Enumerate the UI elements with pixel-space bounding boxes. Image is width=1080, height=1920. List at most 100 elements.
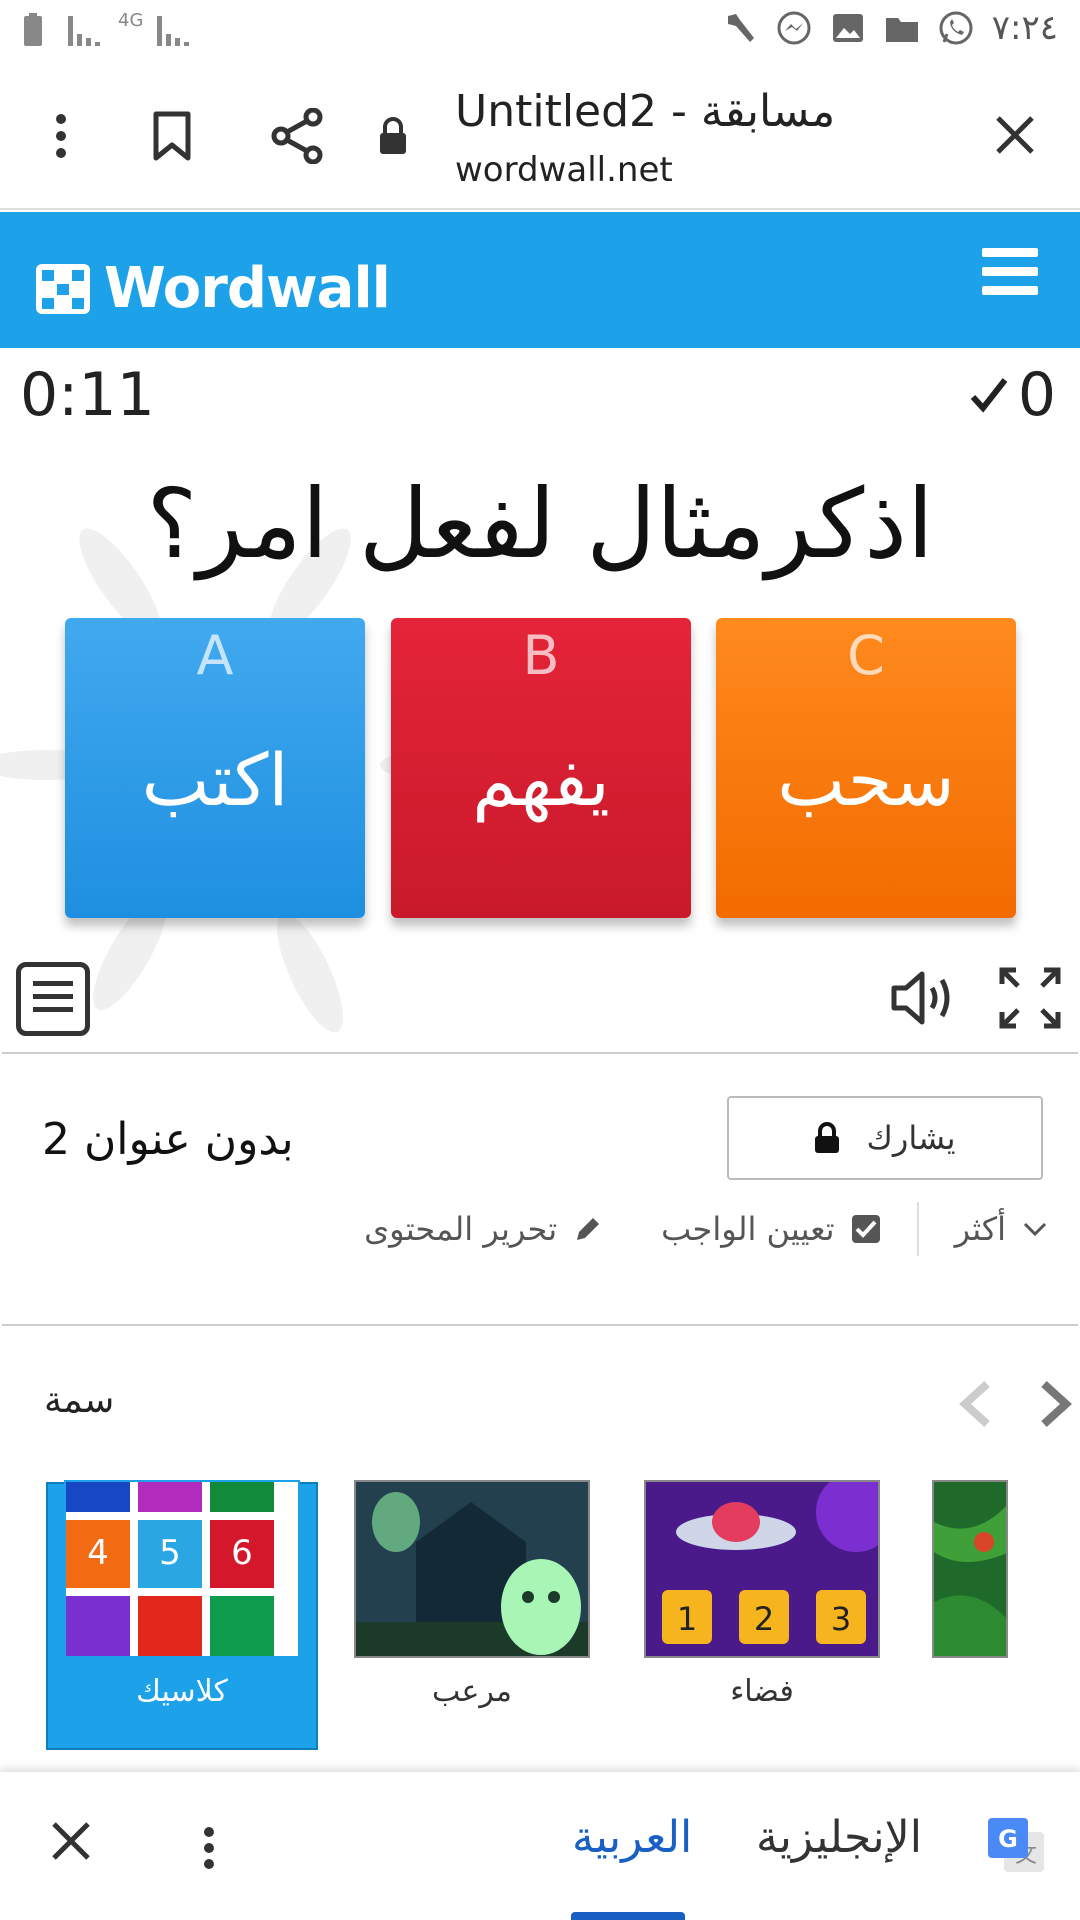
chevron-down-icon: [1023, 1222, 1047, 1237]
checkbox-icon: [851, 1215, 880, 1243]
answer-a-button[interactable]: A اكتب: [65, 618, 365, 918]
theme-name: كلاسيك: [136, 1674, 228, 1709]
question-text: اذكرمثال لفعل امر؟: [146, 468, 934, 580]
screen: 4G ٧:٢٤ Untitled2 - مسابقة wordwall.net: [0, 0, 1080, 1920]
close-icon: [52, 1822, 90, 1860]
overflow-menu-button[interactable]: [40, 108, 82, 164]
site-lock[interactable]: [378, 114, 408, 158]
answer-letter: A: [196, 624, 234, 687]
svg-text:6: 6: [231, 1533, 253, 1573]
target-language-tab[interactable]: العربية: [572, 1812, 692, 1863]
google-translate-logo: 文 G: [988, 1818, 1046, 1880]
share-button[interactable]: يشارك: [727, 1096, 1043, 1180]
more-vert-icon: [56, 114, 66, 158]
speaker-icon: [891, 971, 950, 1025]
menu-line: [982, 248, 1038, 257]
game-area: 0:11 0 اذكرمثال لفعل امر؟ A اكتب B يفهم …: [0, 348, 1080, 1050]
share-label: يشارك: [866, 1119, 956, 1157]
sound-button[interactable]: [890, 966, 960, 1036]
menu-line: [33, 994, 73, 999]
chevron-left-icon[interactable]: [955, 1380, 995, 1428]
svg-text:4: 4: [87, 1533, 109, 1573]
page-url[interactable]: wordwall.net: [455, 150, 673, 190]
google-translate-icon: 文 G: [988, 1818, 1044, 1872]
background-ray: [264, 905, 356, 1041]
menu-line: [33, 981, 73, 986]
divider: [916, 1202, 919, 1256]
theme-item-space[interactable]: 1 2 3 فضاء: [644, 1480, 880, 1709]
theme-label: سمة: [44, 1380, 115, 1421]
answer-text: سحب: [777, 738, 955, 822]
close-translate-button[interactable]: [50, 1820, 92, 1866]
folder-icon: [885, 18, 918, 42]
bookmark-button[interactable]: [148, 108, 196, 164]
logo-grid-icon: [36, 263, 90, 314]
jungle-image: [934, 1482, 1006, 1656]
game-timer: 0:11: [20, 360, 155, 430]
classic-grid-image: 4 5 6: [66, 1482, 298, 1656]
wrench-icon: [727, 14, 754, 42]
answer-text: يفهم: [472, 738, 610, 822]
battery-icon: [24, 13, 42, 46]
theme-item-partial[interactable]: [932, 1480, 1008, 1658]
lock-icon: [815, 1122, 840, 1153]
score-value: 0: [1017, 360, 1056, 430]
theme-thumbnail: [354, 1480, 590, 1658]
hamburger-menu-button[interactable]: [982, 248, 1038, 304]
svg-text:1: 1: [677, 1600, 697, 1638]
page-title: Untitled2 - مسابقة: [455, 86, 836, 137]
menu-line: [982, 286, 1038, 295]
site-header: Wordwall: [0, 212, 1080, 348]
answer-text: اكتب: [141, 738, 289, 822]
assign-homework-button[interactable]: تعيين الواجب: [661, 1210, 880, 1248]
translate-bar: العربية الإنجليزية 文 G: [0, 1772, 1080, 1920]
more-button[interactable]: أكثر: [955, 1210, 1048, 1248]
space-image: 1 2 3: [646, 1482, 878, 1656]
more-vert-icon: [204, 1827, 214, 1869]
more-label: أكثر: [954, 1210, 1006, 1248]
answer-c-button[interactable]: C سحب: [716, 618, 1016, 918]
answer-letter: C: [847, 624, 885, 687]
theme-item-classic[interactable]: 4 5 6 كلاسيك: [64, 1480, 300, 1709]
theme-name: مرعب: [432, 1674, 512, 1709]
clock: ٧:٢٤: [991, 8, 1058, 48]
theme-name: فضاء: [730, 1674, 794, 1709]
haunted-house-image: [356, 1482, 588, 1656]
signal-icon: [68, 16, 100, 46]
fullscreen-button[interactable]: [998, 966, 1064, 1032]
theme-item-spooky[interactable]: مرعب: [354, 1480, 590, 1709]
svg-text:3: 3: [831, 1600, 851, 1638]
edit-content-button[interactable]: تحرير المحتوى: [364, 1210, 603, 1248]
pencil-icon: [577, 1218, 600, 1240]
check-icon: [970, 378, 1008, 413]
wordwall-logo[interactable]: Wordwall: [36, 256, 391, 321]
share-page-button[interactable]: [270, 106, 324, 166]
edit-label: تحرير المحتوى: [364, 1210, 558, 1248]
bookmark-icon: [153, 111, 191, 161]
source-language-tab[interactable]: الإنجليزية: [756, 1812, 922, 1863]
game-menu-button[interactable]: [16, 962, 90, 1036]
fullscreen-icon: [999, 967, 1061, 1029]
messenger-icon: [777, 11, 811, 45]
svg-text:5: 5: [159, 1533, 181, 1573]
close-tab-button[interactable]: [992, 112, 1038, 158]
signal-icon-2: [157, 16, 190, 46]
answer-b-button[interactable]: B يفهم: [391, 618, 691, 918]
share-icon: [271, 108, 323, 164]
status-bar: 4G ٧:٢٤: [0, 0, 1080, 62]
active-tab-indicator: [571, 1912, 685, 1920]
network-type-label: 4G: [118, 9, 144, 31]
svg-text:G: G: [998, 1825, 1018, 1853]
chevron-right-icon[interactable]: [1036, 1380, 1076, 1428]
theme-thumbnail: 4 5 6: [64, 1480, 300, 1658]
translate-options-button[interactable]: [202, 1826, 216, 1874]
whatsapp-icon: [939, 11, 973, 45]
menu-line: [982, 267, 1038, 276]
image-icon: [832, 14, 863, 42]
browser-toolbar: Untitled2 - مسابقة wordwall.net: [0, 62, 1080, 210]
score-counter: 0: [970, 360, 1056, 430]
close-icon: [996, 116, 1034, 154]
lock-icon: [380, 117, 406, 154]
theme-thumbnail: [932, 1480, 1008, 1658]
menu-line: [33, 1007, 73, 1012]
